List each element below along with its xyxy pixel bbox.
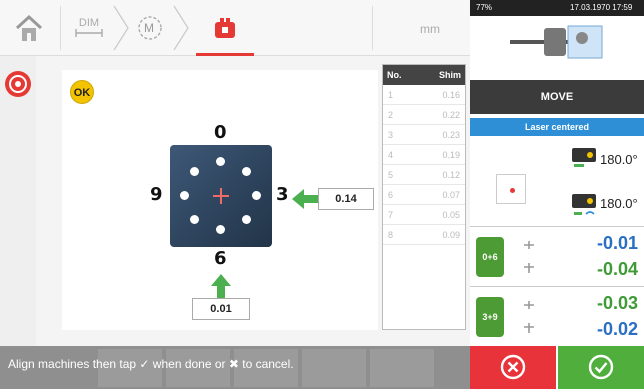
align-step-tab[interactable] (196, 8, 254, 56)
bolt-icon (180, 191, 189, 200)
shim-value: 0.05 (442, 209, 460, 220)
unit-label: mm (420, 22, 440, 36)
sensor-device-icon (572, 148, 596, 167)
result-row-0-6[interactable]: 0+6 -0.01 -0.04 (470, 226, 644, 286)
column-header-no: No. (387, 70, 402, 80)
dimension-icon (75, 29, 103, 37)
instruction-message: Align machines then tap ✓ when done or ✖… (8, 357, 294, 371)
table-row: 1 0.16 (383, 85, 465, 105)
breadcrumb-chevron-icon (172, 4, 190, 57)
clock-position-0-label: 0 (214, 122, 227, 143)
row-number: 4 (388, 149, 394, 160)
table-row: 6 0.07 (383, 185, 465, 205)
table-row: 4 0.19 (383, 145, 465, 165)
left-tool-strip (0, 56, 36, 346)
battery-status: 77% (476, 3, 493, 12)
shim-stack-icon (524, 301, 534, 333)
shim-value: 0.22 (442, 109, 460, 120)
row-number: 2 (388, 109, 394, 120)
shim-value: 0.07 (442, 189, 460, 200)
cancel-button[interactable] (470, 346, 556, 389)
horizontal-offset-value: -0.04 (596, 259, 638, 279)
shim-value: 0.23 (442, 129, 460, 140)
status-bar: 77% 17.03.1970 17:59 (470, 0, 644, 16)
move-left-arrow-icon (292, 189, 318, 209)
column-header-shim: Shim (438, 70, 461, 80)
bolt-icon (242, 167, 251, 176)
nav-divider (372, 6, 373, 50)
table-row: 7 0.05 (383, 205, 465, 225)
checkmark-icon (588, 354, 614, 380)
center-crosshair-icon (213, 188, 229, 204)
vertical-correction-value: 0.01 (192, 298, 250, 320)
row-number: 7 (388, 209, 394, 220)
target-button[interactable] (4, 70, 32, 98)
row-number: 8 (388, 229, 394, 240)
ok-status-badge: OK (70, 80, 94, 104)
shim-table-header: No. Shim (383, 65, 465, 85)
vertical-offset-value: -0.01 (596, 233, 638, 253)
shim-value: 0.19 (442, 149, 460, 160)
result-row-3-9[interactable]: 3+9 -0.03 -0.02 (470, 286, 644, 346)
measure-step-label: M (144, 21, 154, 35)
prism-device-icon (572, 194, 596, 215)
move-up-arrow-icon (211, 274, 231, 298)
sensor-device-image (470, 16, 644, 66)
clock-position-9-label: 9 (150, 184, 163, 205)
target-icon (5, 71, 31, 97)
shim-value: 0.16 (442, 89, 460, 100)
horizontal-offset-value: -0.02 (596, 319, 638, 339)
row-number: 1 (388, 89, 394, 100)
foot-pair-3-9-icon: 3+9 (476, 297, 504, 337)
table-row: 5 0.12 (383, 165, 465, 185)
laser-spot-icon (510, 188, 515, 193)
table-row: 8 0.09 (383, 225, 465, 245)
row-number: 5 (388, 169, 394, 180)
shim-table: No. Shim 1 0.16 2 0.22 3 0.23 4 0.19 5 0.12 6… (382, 64, 466, 330)
bolt-icon (190, 215, 199, 224)
machine-align-icon (215, 18, 235, 38)
laser-sensor-icon (510, 25, 603, 59)
clock-position-3-label: 3 (276, 184, 289, 205)
confirm-button[interactable] (558, 346, 644, 389)
ghost-toolbar-button (302, 349, 366, 387)
foot-pair-0-6-icon: 0+6 (476, 237, 504, 277)
row-number: 6 (388, 189, 394, 200)
clock-status: 17.03.1970 17:59 (570, 3, 633, 12)
laser-status-bar: Laser centered (470, 118, 644, 136)
bolt-icon (190, 167, 199, 176)
row-number: 3 (388, 129, 394, 140)
bolt-icon (216, 225, 225, 234)
clock-position-6-label: 6 (214, 248, 227, 269)
dim-step-button[interactable]: DIM (74, 18, 104, 40)
bolt-icon (252, 191, 261, 200)
bolt-icon (216, 157, 225, 166)
table-row: 3 0.23 (383, 125, 465, 145)
shim-stack-icon (524, 241, 534, 273)
table-row: 2 0.22 (383, 105, 465, 125)
machine-foot-plate (170, 145, 272, 247)
ghost-toolbar-button (370, 349, 434, 387)
vertical-offset-value: -0.03 (596, 293, 638, 313)
shim-value: 0.12 (442, 169, 460, 180)
dim-step-label: DIM (78, 17, 100, 29)
home-icon (15, 14, 43, 41)
sensor-1-angle: 180.0° (600, 152, 638, 167)
horizontal-correction-value: 0.14 (318, 188, 374, 210)
shim-value: 0.09 (442, 229, 460, 240)
bolt-icon (242, 215, 251, 224)
home-button[interactable] (12, 12, 46, 44)
sensor-2-angle: 180.0° (600, 196, 638, 211)
move-mode-header: MOVE (470, 80, 644, 114)
breadcrumb-chevron-icon (112, 4, 130, 57)
cancel-icon (500, 354, 526, 380)
sensor-panel: 180.0° 180.0° (470, 136, 644, 226)
nav-divider (60, 6, 61, 50)
measure-step-button[interactable]: M (136, 14, 164, 42)
